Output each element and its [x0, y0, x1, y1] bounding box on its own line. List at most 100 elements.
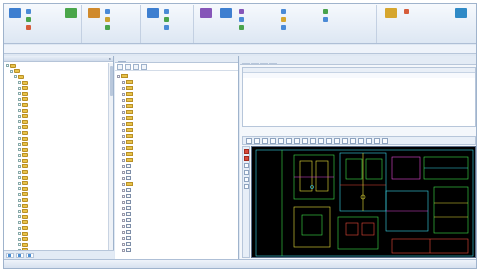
expand-toggle-icon[interactable] [18, 92, 21, 96]
cad-tool-button[interactable] [262, 137, 268, 144]
tab-document[interactable] [118, 61, 126, 62]
expand-toggle-icon[interactable] [122, 212, 125, 216]
ribbon-big-button-3[interactable] [85, 8, 103, 19]
ribbon-small-button-10[interactable] [239, 8, 245, 14]
cad-tool-button[interactable] [270, 137, 276, 144]
expand-toggle-icon[interactable] [18, 148, 21, 152]
table-row[interactable] [243, 73, 475, 78]
cad-tool-button[interactable] [326, 137, 332, 144]
expand-toggle-icon[interactable] [18, 142, 21, 146]
cad-tool-button[interactable] [294, 137, 300, 144]
footer-tab[interactable] [16, 253, 24, 258]
expand-toggle-icon[interactable] [18, 86, 21, 90]
expand-toggle-icon[interactable] [18, 181, 21, 185]
cad-tool-button[interactable] [310, 137, 316, 144]
expand-toggle-icon[interactable] [122, 218, 125, 222]
expand-toggle-icon[interactable] [18, 97, 21, 101]
cad-tool-button[interactable] [350, 137, 356, 144]
scrollbar-thumb[interactable] [110, 66, 113, 96]
ribbon-small-button-3[interactable] [26, 24, 32, 30]
expand-toggle-icon[interactable] [122, 200, 125, 204]
expand-toggle-icon[interactable] [18, 114, 21, 118]
cad-side-button[interactable] [244, 163, 249, 168]
document-tree-item[interactable] [117, 247, 238, 253]
ribbon-small-button-13[interactable] [281, 8, 287, 14]
ribbon-big-button-6[interactable] [217, 8, 235, 19]
toolbar-button[interactable] [125, 63, 131, 70]
expand-toggle-icon[interactable] [122, 152, 125, 156]
expand-toggle-icon[interactable] [122, 158, 125, 162]
expand-toggle-icon[interactable] [122, 242, 125, 246]
detail-tab[interactable] [260, 63, 268, 64]
ribbon-small-button-4[interactable] [105, 8, 111, 14]
ribbon-small-button-9[interactable] [164, 24, 170, 30]
toolbar-button[interactable] [141, 63, 147, 70]
footer-tab[interactable] [26, 253, 34, 258]
expand-toggle-icon[interactable] [18, 176, 21, 180]
expand-toggle-icon[interactable] [18, 237, 21, 241]
ribbon-small-button-8[interactable] [164, 16, 170, 22]
cad-tool-button[interactable] [334, 137, 340, 144]
expand-toggle-icon[interactable] [122, 98, 125, 102]
detail-tab[interactable] [269, 63, 277, 64]
expand-toggle-icon[interactable] [18, 81, 21, 85]
cad-tool-button[interactable] [318, 137, 324, 144]
expand-toggle-icon[interactable] [14, 75, 17, 79]
ribbon-big-button-1[interactable] [6, 8, 24, 19]
cad-side-button[interactable] [244, 177, 249, 182]
ribbon-small-button-5[interactable] [105, 16, 111, 22]
expand-toggle-icon[interactable] [122, 164, 125, 168]
expand-toggle-icon[interactable] [122, 176, 125, 180]
expand-toggle-icon[interactable] [18, 192, 21, 196]
ribbon-small-button-17[interactable] [323, 16, 329, 22]
cad-drawing-viewer[interactable] [251, 146, 476, 258]
expand-toggle-icon[interactable] [18, 243, 21, 247]
ribbon-big-button-5[interactable] [197, 8, 215, 19]
expand-toggle-icon[interactable] [18, 209, 21, 213]
expand-toggle-icon[interactable] [18, 220, 21, 224]
expand-toggle-icon[interactable] [122, 86, 125, 90]
expand-toggle-icon[interactable] [18, 131, 21, 135]
cad-tool-button[interactable] [302, 137, 308, 144]
ribbon-big-button-2[interactable] [62, 8, 80, 19]
cad-tool-button[interactable] [286, 137, 292, 144]
expand-toggle-icon[interactable] [18, 103, 21, 107]
expand-toggle-icon[interactable] [122, 140, 125, 144]
ribbon-small-button-14[interactable] [281, 16, 287, 22]
detail-tab[interactable] [242, 63, 250, 64]
cad-tool-button[interactable] [358, 137, 364, 144]
expand-toggle-icon[interactable] [122, 116, 125, 120]
expand-toggle-icon[interactable] [122, 224, 125, 228]
toolbar-button[interactable] [117, 63, 123, 70]
expand-toggle-icon[interactable] [18, 120, 21, 124]
close-icon[interactable]: ✕ [108, 56, 111, 62]
ribbon-big-button-7[interactable] [382, 8, 400, 19]
expand-toggle-icon[interactable] [122, 170, 125, 174]
cad-side-button[interactable] [244, 149, 249, 154]
cad-tool-button[interactable] [278, 137, 284, 144]
ribbon-big-button-4[interactable] [144, 8, 162, 19]
cad-tool-button[interactable] [254, 137, 260, 144]
ribbon-small-button-7[interactable] [164, 8, 170, 14]
ribbon-small-button-2[interactable] [26, 16, 32, 22]
expand-toggle-icon[interactable] [122, 248, 125, 252]
expand-toggle-icon[interactable] [122, 128, 125, 132]
cad-tool-button[interactable] [382, 137, 388, 144]
expand-toggle-icon[interactable] [18, 215, 21, 219]
cad-tool-button[interactable] [374, 137, 380, 144]
footer-tab[interactable] [6, 253, 14, 258]
cad-tool-button[interactable] [246, 137, 252, 144]
expand-toggle-icon[interactable] [18, 204, 21, 208]
vertical-scrollbar[interactable] [108, 63, 113, 250]
expand-toggle-icon[interactable] [18, 232, 21, 236]
expand-toggle-icon[interactable] [122, 188, 125, 192]
ribbon-small-button-16[interactable] [323, 8, 329, 14]
detail-tab[interactable] [251, 63, 259, 64]
ribbon-small-button-15[interactable] [281, 24, 287, 30]
expand-toggle-icon[interactable] [117, 74, 120, 78]
expand-toggle-icon[interactable] [122, 230, 125, 234]
expand-toggle-icon[interactable] [18, 226, 21, 230]
expand-toggle-icon[interactable] [122, 122, 125, 126]
expand-toggle-icon[interactable] [18, 109, 21, 113]
expand-toggle-icon[interactable] [122, 110, 125, 114]
